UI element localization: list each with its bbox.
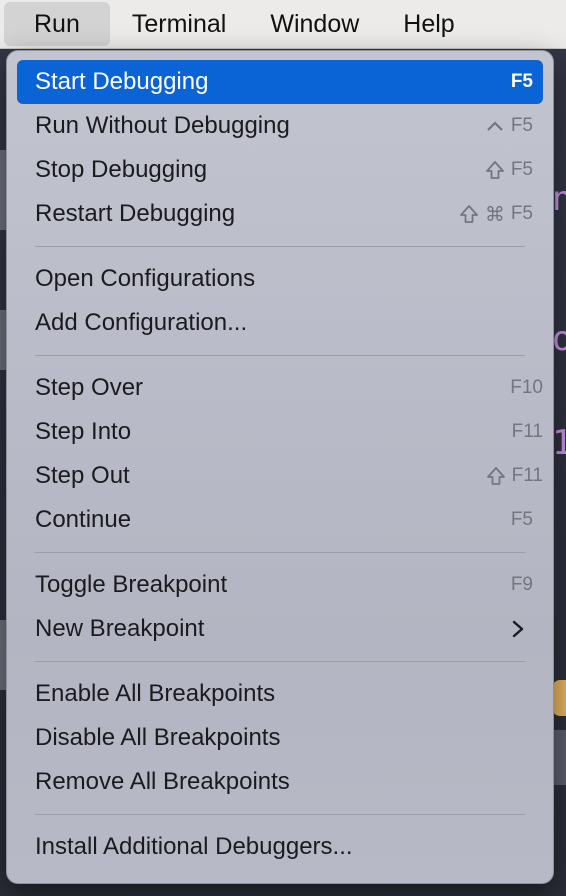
shortcut-key: F11 bbox=[511, 421, 543, 442]
menubar-window[interactable]: Window bbox=[248, 2, 381, 46]
menu-item-stop-debugging[interactable]: Stop Debugging F5 bbox=[17, 148, 543, 192]
shortcut: F9 bbox=[511, 563, 533, 607]
menu-item-label: Disable All Breakpoints bbox=[35, 724, 281, 751]
shift-modifier-icon bbox=[459, 205, 478, 223]
menu-item-label: Start Debugging bbox=[35, 68, 209, 95]
menu-item-label: Run Without Debugging bbox=[35, 112, 290, 139]
menu-item-label: Install Additional Debuggers... bbox=[35, 833, 353, 860]
menu-item-step-into[interactable]: Step Into F11 bbox=[17, 410, 543, 454]
shortcut-key: F5 bbox=[510, 509, 533, 530]
menu-item-label: Add Configuration... bbox=[35, 309, 248, 336]
menu-item-label: Enable All Breakpoints bbox=[35, 680, 276, 707]
shortcut-key: F10 bbox=[510, 377, 543, 398]
shortcut-key: F5 bbox=[510, 115, 533, 136]
background-scroll-strip bbox=[552, 730, 566, 785]
shortcut-key: F11 bbox=[511, 465, 543, 486]
menubar-help[interactable]: Help bbox=[381, 2, 476, 46]
shortcut-key: F5 bbox=[510, 203, 533, 224]
menubar-terminal[interactable]: Terminal bbox=[110, 2, 248, 46]
shortcut-key: F5 bbox=[510, 71, 533, 92]
menu-item-install-additional-debuggers[interactable]: Install Additional Debuggers... bbox=[17, 825, 543, 869]
menu-item-enable-all-breakpoints[interactable]: Enable All Breakpoints bbox=[17, 672, 543, 716]
menu-item-new-breakpoint[interactable]: New Breakpoint bbox=[17, 607, 543, 651]
menu-item-label: Step Out bbox=[35, 462, 130, 489]
menu-item-label: Continue bbox=[35, 506, 132, 533]
background-code-glyph: o bbox=[552, 322, 566, 356]
menu-separator bbox=[35, 552, 525, 553]
menubar-run[interactable]: Run bbox=[4, 2, 110, 46]
background-code-glyph: n bbox=[552, 182, 566, 216]
run-menu-dropdown: Start Debugging F5 Run Without Debugging… bbox=[6, 50, 554, 884]
shortcut: F10 bbox=[510, 366, 543, 410]
menu-item-start-debugging[interactable]: Start Debugging F5 bbox=[17, 60, 543, 104]
menu-item-step-over[interactable]: Step Over F10 bbox=[17, 366, 543, 410]
menu-item-label: Toggle Breakpoint bbox=[35, 571, 228, 598]
menu-item-label: New Breakpoint bbox=[35, 615, 205, 642]
menu-item-label: Step Into bbox=[35, 418, 132, 445]
shortcut: F5 bbox=[511, 60, 533, 104]
menu-item-label: Remove All Breakpoints bbox=[35, 768, 290, 795]
menu-item-open-configurations[interactable]: Open Configurations bbox=[17, 257, 543, 301]
shortcut: F5 bbox=[485, 104, 533, 148]
menu-item-toggle-breakpoint[interactable]: Toggle Breakpoint F9 bbox=[17, 563, 543, 607]
shift-modifier-icon bbox=[486, 467, 505, 485]
background-code-glyph: 1 bbox=[552, 426, 566, 460]
menu-item-add-configuration[interactable]: Add Configuration... bbox=[17, 301, 543, 345]
chevron-right-icon bbox=[511, 607, 525, 651]
menubar: Run Terminal Window Help bbox=[0, 0, 566, 49]
shortcut: F5 bbox=[511, 498, 533, 542]
menu-separator bbox=[35, 661, 525, 662]
menu-item-run-without-debugging[interactable]: Run Without Debugging F5 bbox=[17, 104, 543, 148]
menu-item-label: Restart Debugging bbox=[35, 200, 236, 227]
menu-item-label: Stop Debugging bbox=[35, 156, 208, 183]
menu-item-remove-all-breakpoints[interactable]: Remove All Breakpoints bbox=[17, 760, 543, 804]
shortcut: ⌘ F5 bbox=[459, 192, 533, 236]
menu-item-disable-all-breakpoints[interactable]: Disable All Breakpoints bbox=[17, 716, 543, 760]
shortcut: F11 bbox=[486, 454, 543, 498]
menu-item-continue[interactable]: Continue F5 bbox=[17, 498, 543, 542]
menu-item-step-out[interactable]: Step Out F11 bbox=[17, 454, 543, 498]
menu-separator bbox=[35, 814, 525, 815]
command-modifier-icon: ⌘ bbox=[484, 203, 505, 226]
menu-item-restart-debugging[interactable]: Restart Debugging ⌘ F5 bbox=[17, 192, 543, 236]
shortcut-key: F9 bbox=[510, 574, 533, 595]
shortcut-key: F5 bbox=[510, 159, 533, 180]
menu-item-label: Open Configurations bbox=[35, 265, 256, 292]
menu-separator bbox=[35, 246, 525, 247]
shortcut: F11 bbox=[512, 410, 543, 454]
control-modifier-icon bbox=[487, 121, 503, 131]
shift-modifier-icon bbox=[485, 161, 504, 179]
shortcut: F5 bbox=[485, 148, 533, 192]
background-badge bbox=[552, 680, 566, 716]
menu-item-label: Step Over bbox=[35, 374, 144, 401]
menu-separator bbox=[35, 355, 525, 356]
